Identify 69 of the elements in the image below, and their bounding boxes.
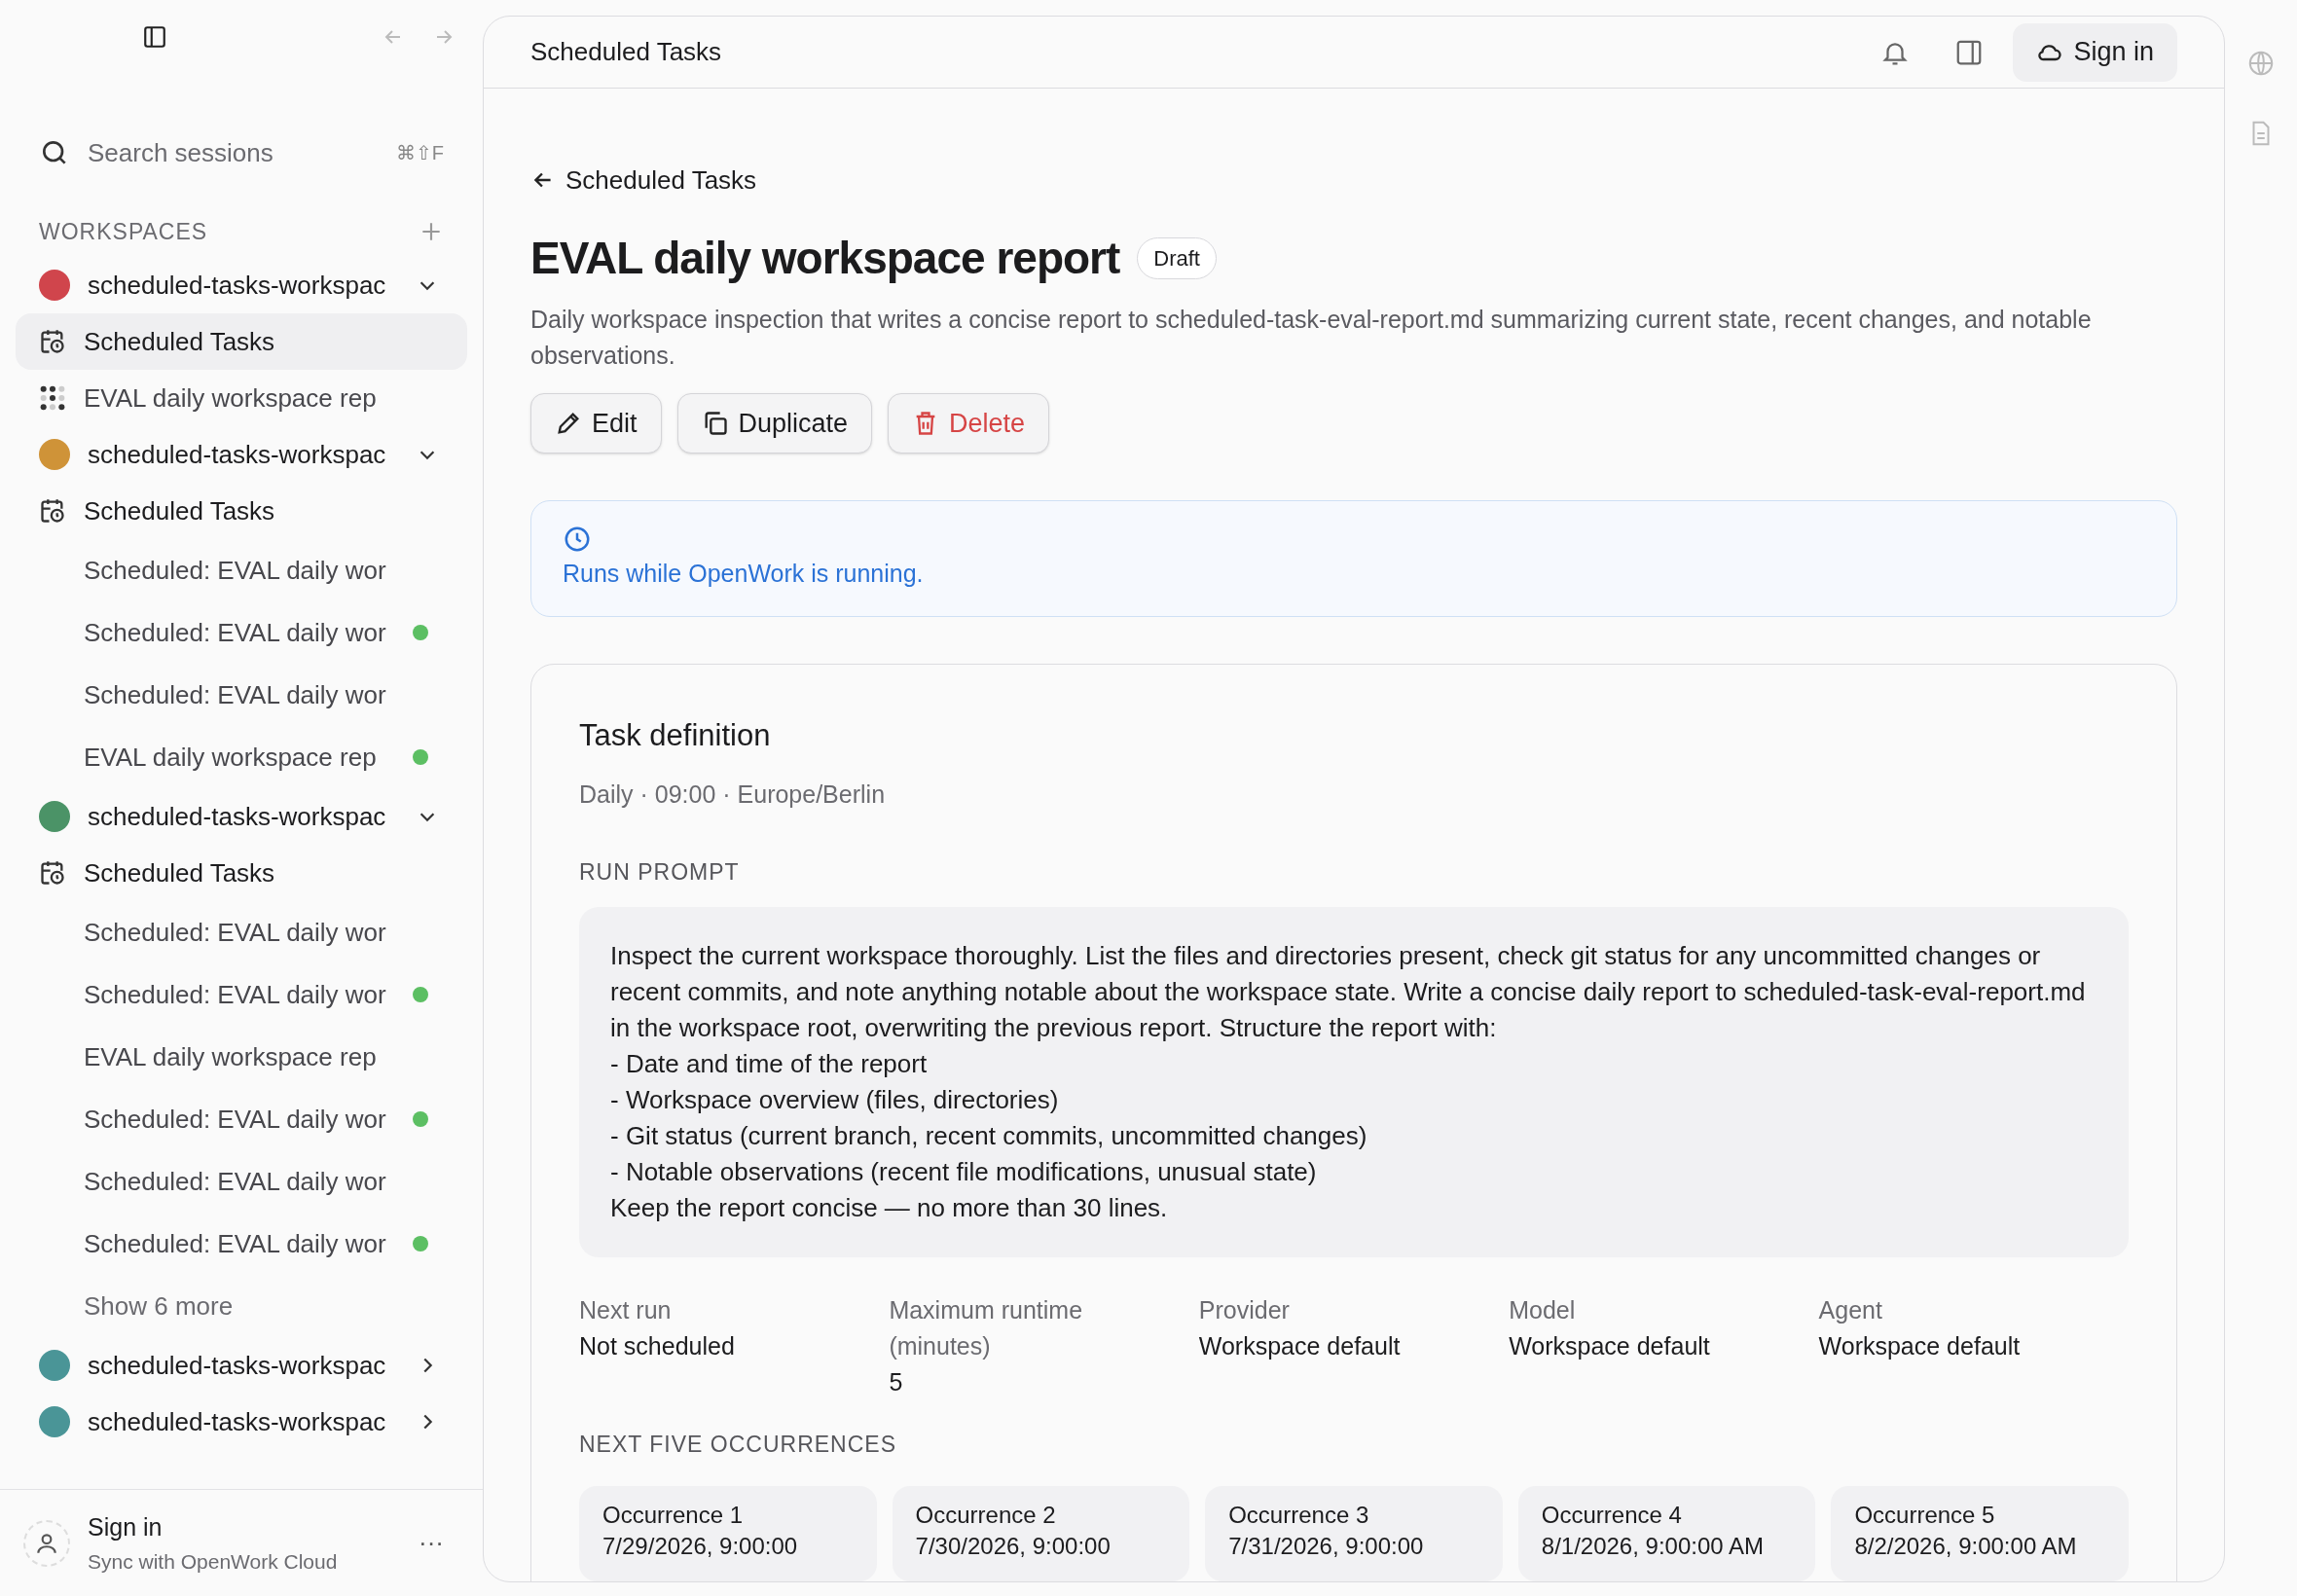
sidebar-item[interactable]: Scheduled: EVAL daily wor <box>16 539 467 601</box>
occurrence-date: 7/30/2026, 9:00:00 <box>915 1532 1112 1561</box>
sign-in-link[interactable]: Sign in <box>88 1509 401 1546</box>
field-value: Workspace default <box>1509 1330 1711 1361</box>
occurrence-label: Occurrence 4 <box>1541 1501 1683 1530</box>
sidebar-item[interactable]: Scheduled: EVAL daily wor <box>16 901 467 963</box>
loading-dots-icon <box>39 384 66 412</box>
task-title: EVAL daily workspace report <box>530 232 1120 285</box>
field-value: Not scheduled <box>579 1330 736 1361</box>
sidebar-item[interactable]: EVAL daily workspace rep <box>16 370 467 426</box>
field-label: Agent <box>1818 1294 1883 1325</box>
more-button[interactable]: ··· <box>419 1524 444 1562</box>
field-label: Model <box>1509 1294 1577 1325</box>
sidebar-item[interactable]: Scheduled: EVAL daily wor <box>16 1213 467 1275</box>
edit-pencil-icon <box>555 410 582 437</box>
search-field[interactable]: Search sessions ⌘⇧F <box>27 128 456 177</box>
sidebar-toggle-icon[interactable] <box>142 24 167 50</box>
field-label: Maximum runtime (minutes) <box>889 1294 1084 1361</box>
task-description: Daily workspace inspection that writes a concise report to scheduled-task-eval-report.md summarizing current state, recent changes, and notable observations. <box>530 305 2093 371</box>
section-label: WORKSPACES <box>39 217 209 246</box>
sidebar-item[interactable]: Scheduled Tasks <box>16 483 467 539</box>
field-label: Provider <box>1198 1294 1291 1325</box>
field-value: Workspace default <box>1818 1330 2022 1361</box>
sidebar-item[interactable]: Scheduled: EVAL daily wor <box>16 1088 467 1150</box>
occurrence-date: 8/2/2026, 9:00:00 AM <box>1854 1532 2078 1561</box>
card-title: Task definition <box>579 717 772 754</box>
occurrence-label: Occurrence 3 <box>1228 1501 1370 1530</box>
workspace-name[interactable]: scheduled-tasks-workspac <box>88 266 399 305</box>
page-title: Scheduled Tasks <box>530 36 723 68</box>
section-label: RUN PROMPT <box>579 858 741 887</box>
field-label: Next run <box>579 1294 673 1325</box>
occurrence-date: 8/1/2026, 9:00:00 AM <box>1541 1532 1765 1561</box>
field-value: 5 <box>889 1366 904 1397</box>
sync-subtitle: Sync with OpenWork Cloud <box>88 1548 339 1575</box>
sidebar-item[interactable]: EVAL daily workspace rep <box>16 1026 467 1088</box>
calendar-clock-icon <box>39 497 66 525</box>
sidebar-item[interactable]: Scheduled Tasks <box>16 845 467 901</box>
sidebar-item[interactable]: Scheduled: EVAL daily wor <box>16 1150 467 1213</box>
calendar-clock-icon <box>39 859 66 887</box>
prompt-text: Inspect the current workspace thoroughly. List the files and directories present, check git status for any uncommitted changes or recent commits, and note anything notable about the workspace state. Write a concise daily report to scheduled-task-eval-report.md in the workspace root, overwriting the previous report. Structure the report with: - Date and time of the report - Workspace overview (files, directories) - Git status (current branch, recent commits, uncommitted changes) - Notable observations (recent file modifications, unusual state) Keep the report concise — no more than 30 lines. <box>579 906 2129 1257</box>
sign-in-button[interactable]: Sign in <box>2013 22 2177 82</box>
sidebar-item[interactable]: Scheduled: EVAL daily wor <box>16 601 467 664</box>
workspace-name[interactable]: scheduled-tasks-workspac <box>88 797 399 836</box>
occurrence-date: 7/31/2026, 9:00:00 <box>1228 1532 1425 1561</box>
notice-text: Runs while OpenWork is running. <box>563 559 925 589</box>
workspace-name[interactable]: scheduled-tasks-workspac <box>88 1402 399 1441</box>
occurrence-label: Occurrence 1 <box>602 1501 745 1530</box>
edit-button[interactable]: Edit <box>530 393 662 453</box>
occurrence-date: 7/29/2026, 9:00:00 <box>602 1532 799 1561</box>
clock-icon <box>563 525 592 554</box>
sidebar-item[interactable]: Show 6 more <box>16 1275 467 1337</box>
schedule-text: Daily · 09:00 · Europe/Berlin <box>579 779 887 810</box>
avatar-icon[interactable] <box>23 1519 70 1567</box>
status-badge: Draft <box>1137 237 1217 279</box>
workspace-name[interactable]: scheduled-tasks-workspac <box>88 1346 399 1385</box>
occurrence-label: Occurrence 2 <box>915 1501 1057 1530</box>
sidebar-item[interactable]: EVAL daily workspace rep <box>16 726 467 788</box>
back-link[interactable]: Scheduled Tasks <box>530 161 2177 200</box>
sidebar-item[interactable]: Scheduled: EVAL daily wor <box>16 664 467 726</box>
shortcut-hint: ⌘⇧F <box>395 141 444 165</box>
section-label: NEXT FIVE OCCURRENCES <box>579 1430 897 1459</box>
workspace-name[interactable]: scheduled-tasks-workspac <box>88 435 399 474</box>
duplicate-button[interactable]: Duplicate <box>676 393 873 453</box>
sidebar-item[interactable]: Scheduled Tasks <box>16 313 467 370</box>
field-value: Workspace default <box>1198 1330 1402 1361</box>
calendar-clock-icon <box>39 328 66 355</box>
sidebar-item[interactable]: Scheduled: EVAL daily wor <box>16 963 467 1026</box>
occurrence-label: Occurrence 5 <box>1854 1501 1996 1530</box>
delete-button[interactable]: Delete <box>888 393 1050 453</box>
